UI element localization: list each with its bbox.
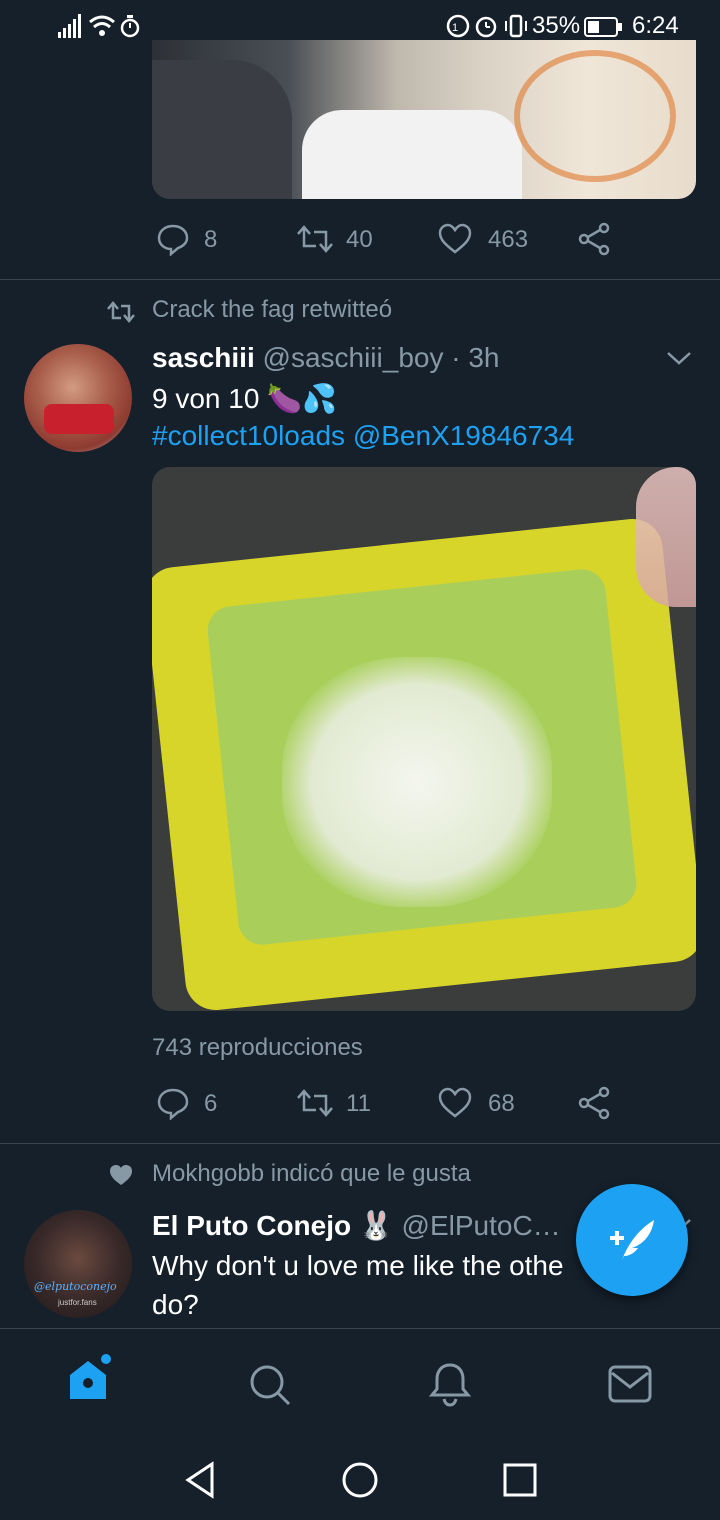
messages-icon[interactable] <box>608 1365 652 1405</box>
like-count: 463 <box>488 226 529 253</box>
retweet-count: 11 <box>346 1090 371 1117</box>
wifi-icon <box>89 15 115 36</box>
like-button[interactable]: 68 <box>438 1086 558 1122</box>
like-context[interactable]: Mokhgobb indicó que le gusta <box>152 1160 471 1188</box>
divider <box>0 279 720 280</box>
share-button[interactable] <box>578 1086 618 1122</box>
tweet-links: #collect10loads @BenX19846734 <box>152 420 574 452</box>
recents-icon[interactable] <box>502 1462 538 1498</box>
avatar[interactable] <box>24 344 132 452</box>
tweet-text: Why don't u love me like the othe <box>152 1250 564 1281</box>
retweet-context[interactable]: Crack the fag retwitteó <box>152 296 392 324</box>
heart-context-icon <box>110 1165 132 1185</box>
tweet-text: 9 von 10 🍆💦 <box>152 383 337 414</box>
avatar-watermark-2: justfor.fans <box>58 1298 97 1307</box>
retweet-button[interactable]: 40 <box>296 222 416 258</box>
retweet-icon <box>297 225 333 253</box>
compose-tweet-button[interactable] <box>576 1184 688 1296</box>
display-name[interactable]: El Puto Conejo 🐰 <box>152 1210 394 1241</box>
avatar[interactable]: @elputoconejo justfor.fans <box>24 1210 132 1318</box>
view-count: 743 reproducciones <box>152 1034 363 1061</box>
handle[interactable]: @ElPutoC… <box>402 1210 561 1241</box>
divider <box>0 1143 720 1144</box>
avatar-watermark: @elputoconejo <box>34 1280 117 1293</box>
separator-dot: · <box>451 342 461 373</box>
reply-icon <box>157 224 189 256</box>
home-circle-icon[interactable] <box>340 1460 380 1500</box>
search-icon[interactable] <box>248 1363 292 1407</box>
alarm-icon <box>475 16 497 38</box>
like-count: 68 <box>488 1090 515 1117</box>
battery-percent: 35% <box>532 12 581 39</box>
retweet-icon <box>297 1089 333 1117</box>
retweet-context-icon <box>107 301 135 323</box>
data-saver-icon: 1 <box>446 14 470 38</box>
reply-button[interactable]: 8 <box>156 222 276 258</box>
back-icon[interactable] <box>184 1460 218 1500</box>
like-button[interactable]: 463 <box>438 222 558 258</box>
reply-button[interactable]: 6 <box>156 1086 276 1122</box>
reply-count: 8 <box>204 226 218 253</box>
hashtag-link[interactable]: #collect10loads <box>152 420 345 451</box>
reply-icon <box>157 1088 189 1120</box>
chevron-down-icon[interactable] <box>664 346 694 370</box>
mention-link[interactable]: @BenX19846734 <box>353 420 575 451</box>
signal-icon <box>58 14 81 38</box>
tweet-header: saschiii @saschiii_boy · 3h <box>152 342 500 374</box>
notifications-icon[interactable] <box>428 1361 472 1407</box>
timestamp: 3h <box>468 342 500 373</box>
tweet-video[interactable] <box>152 467 696 1011</box>
svg-text:1: 1 <box>452 22 458 34</box>
display-name[interactable]: saschiii <box>152 342 255 373</box>
tweet-image[interactable] <box>152 40 696 199</box>
tweet-header: El Puto Conejo 🐰 @ElPutoC… <box>152 1209 561 1242</box>
clock: 6:24 <box>632 12 679 39</box>
share-button[interactable] <box>578 222 618 258</box>
home-icon[interactable] <box>66 1351 116 1405</box>
retweet-count: 40 <box>346 226 373 253</box>
share-icon <box>578 222 610 256</box>
heart-icon <box>438 223 472 254</box>
system-nav-bar <box>0 1440 720 1520</box>
retweet-button[interactable]: 11 <box>296 1086 416 1122</box>
tweet-text-line2: do? <box>152 1289 199 1320</box>
share-icon <box>578 1086 610 1120</box>
bottom-nav <box>0 1328 720 1441</box>
timer-icon <box>120 15 140 38</box>
handle[interactable]: @saschiii_boy <box>263 342 444 373</box>
battery-icon <box>584 17 622 37</box>
vibrate-icon <box>505 14 527 38</box>
compose-tweet-icon <box>610 1220 654 1260</box>
heart-icon <box>438 1087 472 1118</box>
reply-count: 6 <box>204 1090 218 1117</box>
